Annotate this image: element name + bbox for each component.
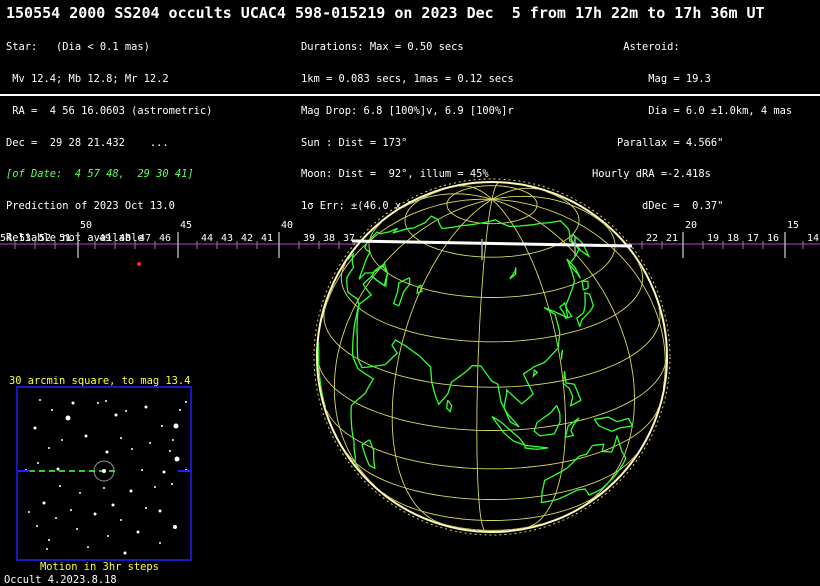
timeline-minute-label: 16 <box>767 233 779 244</box>
timeline-minute-label: 18 <box>727 233 739 244</box>
timeline-minute-label: 44 <box>201 233 213 244</box>
star <box>59 485 61 487</box>
star <box>173 525 177 529</box>
timeline-major-label: 20 <box>685 220 697 231</box>
star <box>28 511 30 513</box>
timeline-major-label: 15 <box>787 220 799 231</box>
star <box>97 402 99 404</box>
timeline-minute-label: 53 <box>19 233 31 244</box>
star <box>36 525 38 527</box>
star <box>141 469 143 471</box>
star <box>37 462 39 464</box>
timeline-minute-label: 47 <box>139 233 151 244</box>
timeline-minute-label: 46 <box>159 233 171 244</box>
star <box>103 487 105 489</box>
star <box>76 528 78 530</box>
star <box>51 409 53 411</box>
star <box>169 450 171 452</box>
star <box>48 447 50 449</box>
star <box>39 399 41 401</box>
timeline-major-label: 50 <box>80 220 92 231</box>
starfield-bottom-label: Motion in 3hr steps <box>40 561 159 573</box>
star <box>114 413 118 417</box>
target-star <box>102 469 106 473</box>
starfield-top-label: 30 arcmin square, to mag 13.4 <box>9 375 191 387</box>
timeline-major-label: 45 <box>180 220 192 231</box>
star <box>84 434 88 438</box>
coastline <box>560 349 564 360</box>
star <box>65 415 71 421</box>
timeline-minute-label: 48 <box>119 233 131 244</box>
star <box>93 512 97 516</box>
star <box>159 542 161 544</box>
star <box>87 546 89 548</box>
observer-marker <box>137 262 141 266</box>
star <box>111 503 115 507</box>
star <box>174 456 180 462</box>
star <box>173 423 179 429</box>
star <box>144 405 148 409</box>
timeline-minute-label: 14 <box>807 233 819 244</box>
star <box>179 409 181 411</box>
timeline-minute-label: 41 <box>261 233 273 244</box>
timeline-minute-label: 54 <box>0 233 12 244</box>
star <box>55 517 57 519</box>
star <box>70 509 72 511</box>
star <box>154 486 156 488</box>
star <box>71 401 75 405</box>
starfield-frame <box>16 386 192 561</box>
star <box>61 439 63 441</box>
star <box>120 519 122 521</box>
timeline-minute-label: 38 <box>323 233 335 244</box>
star <box>145 507 147 509</box>
star <box>136 530 140 534</box>
timeline-minute-label: 21 <box>666 233 678 244</box>
timeline-minute-label: 17 <box>747 233 759 244</box>
globe-outline <box>316 181 668 533</box>
star <box>120 437 122 439</box>
timeline-minute-label: 52 <box>39 233 51 244</box>
timeline-minute-label: 49 <box>99 233 111 244</box>
star <box>33 426 37 430</box>
timeline-minute-label: 39 <box>303 233 315 244</box>
star <box>123 551 127 555</box>
star <box>161 425 163 427</box>
star <box>129 489 133 493</box>
timeline-minute-label: 22 <box>646 233 658 244</box>
star <box>46 548 48 550</box>
star <box>48 539 50 541</box>
star <box>105 450 109 454</box>
timeline-minute-label: 51 <box>59 233 71 244</box>
star <box>79 492 81 494</box>
star <box>185 401 187 403</box>
star <box>107 535 109 537</box>
star <box>162 470 166 474</box>
software-version: Occult 4.2023.8.18 <box>4 574 117 586</box>
timeline-minute-label: 19 <box>707 233 719 244</box>
star <box>171 483 173 485</box>
star <box>105 400 107 402</box>
globe-map: 54 53 52 51 49 48 47 46 44 43 42 41 39 38 37 22 21 19 18 17… <box>0 178 820 561</box>
star <box>42 501 46 505</box>
timeline-major-label: 40 <box>281 220 293 231</box>
star <box>131 448 133 450</box>
timeline-minute-label: 43 <box>221 233 233 244</box>
star <box>125 410 127 412</box>
star <box>149 442 151 444</box>
star <box>172 439 174 441</box>
star <box>158 509 162 513</box>
timeline-minute-label: 42 <box>241 233 253 244</box>
